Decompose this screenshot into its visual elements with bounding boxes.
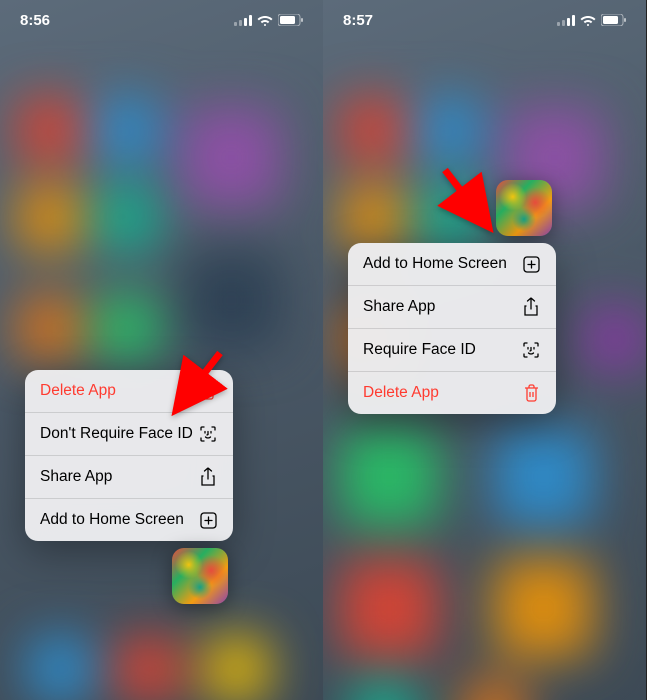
faceid-icon	[521, 340, 541, 360]
status-time: 8:57	[343, 12, 373, 29]
status-bar: 8:57	[323, 0, 646, 40]
menu-item-add-home-screen[interactable]: Add to Home Screen	[348, 243, 556, 286]
menu-item-label: Share App	[363, 298, 435, 316]
blurred-home-screen	[0, 0, 323, 700]
faceid-icon	[198, 424, 218, 444]
share-icon	[198, 467, 218, 487]
trash-icon	[198, 381, 218, 401]
battery-icon	[601, 14, 626, 26]
menu-item-label: Delete App	[363, 384, 439, 402]
status-indicators	[234, 14, 303, 26]
menu-item-label: Require Face ID	[363, 341, 476, 359]
status-bar: 8:56	[0, 0, 323, 40]
add-icon	[521, 254, 541, 274]
status-indicators	[557, 14, 626, 26]
menu-item-add-home-screen[interactable]: Add to Home Screen	[25, 499, 233, 541]
menu-item-require-faceid[interactable]: Require Face ID	[348, 329, 556, 372]
signal-icon	[557, 15, 575, 26]
menu-item-share-app[interactable]: Share App	[348, 286, 556, 329]
wifi-icon	[580, 14, 596, 26]
menu-item-label: Share App	[40, 468, 112, 486]
context-menu: Delete App Don't Require Face ID Share A…	[25, 370, 233, 541]
menu-item-label: Add to Home Screen	[40, 511, 184, 529]
wifi-icon	[257, 14, 273, 26]
menu-item-label: Don't Require Face ID	[40, 425, 193, 443]
menu-item-delete-app[interactable]: Delete App	[25, 370, 233, 413]
menu-item-label: Add to Home Screen	[363, 255, 507, 273]
context-menu: Add to Home Screen Share App Require Fac…	[348, 243, 556, 414]
menu-item-dont-require-faceid[interactable]: Don't Require Face ID	[25, 413, 233, 456]
phone-screenshot-right: 8:57 Add to Home Screen Share App Requir…	[323, 0, 646, 700]
menu-item-delete-app[interactable]: Delete App	[348, 372, 556, 414]
trash-icon	[521, 383, 541, 403]
battery-icon	[278, 14, 303, 26]
menu-item-label: Delete App	[40, 382, 116, 400]
menu-item-share-app[interactable]: Share App	[25, 456, 233, 499]
share-icon	[521, 297, 541, 317]
add-icon	[198, 510, 218, 530]
app-icon[interactable]	[496, 180, 552, 236]
signal-icon	[234, 15, 252, 26]
phone-screenshot-left: 8:56 Delete App Don't Require Face ID Sh…	[0, 0, 323, 700]
status-time: 8:56	[20, 12, 50, 29]
app-icon[interactable]	[172, 548, 228, 604]
